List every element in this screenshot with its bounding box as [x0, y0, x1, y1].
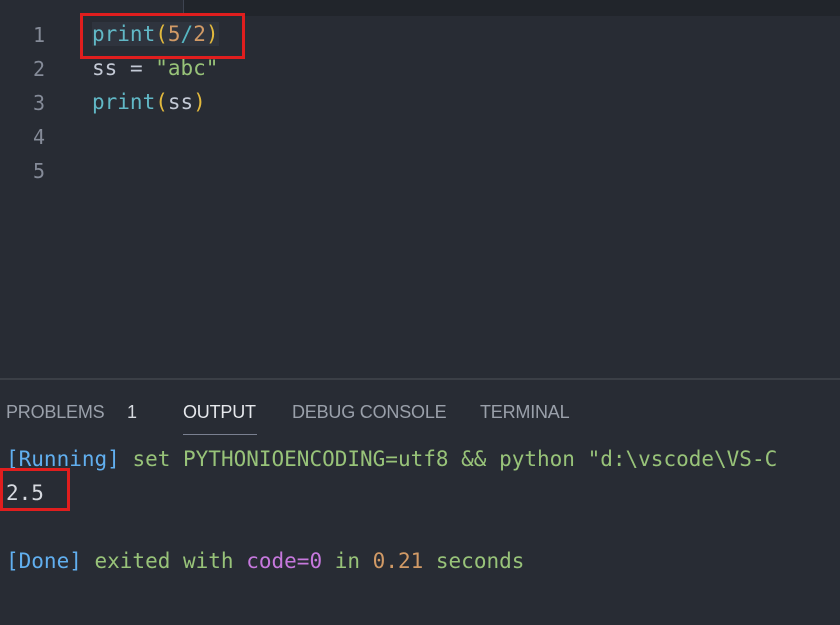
code-editor[interactable]: 1 print(5/2) 2 ss = "abc" 3 print(ss) 4 … [0, 0, 840, 378]
variable-name: ss [167, 90, 194, 114]
tab-problems[interactable]: PROBLEMS [6, 402, 105, 423]
code-text[interactable]: print(ss) [92, 90, 206, 114]
line-number: 3 [32, 91, 45, 115]
active-tab-indicator [183, 434, 257, 435]
running-command: set PYTHONIOENCODING=utf8 && python "d:\… [119, 447, 778, 471]
tab-debug-console[interactable]: DEBUG CONSOLE [292, 402, 447, 423]
done-text: in [322, 549, 373, 573]
editor-tab-strip [183, 0, 840, 16]
problems-count-badge: 1 [127, 402, 137, 422]
bottom-panel: PROBLEMS 1 OUTPUT DEBUG CONSOLE TERMINAL… [0, 378, 840, 625]
line-number: 2 [32, 57, 45, 81]
line-number: 5 [32, 159, 45, 183]
output-done-line: [Done] exited with code=0 in 0.21 second… [6, 548, 524, 574]
output-running-line: [Running] set PYTHONIOENCODING=utf8 && p… [6, 446, 777, 472]
line-number: 4 [32, 125, 45, 149]
line-number: 1 [32, 23, 45, 47]
code-text[interactable]: ss = "abc" [92, 56, 218, 80]
string-literal: "abc" [155, 56, 219, 80]
highlight-box-code [80, 13, 245, 59]
highlight-box-output [0, 468, 70, 511]
code-line-4[interactable]: 4 [0, 119, 840, 153]
tab-output[interactable]: OUTPUT [183, 402, 256, 423]
function-name: print [92, 90, 156, 114]
exit-code: code=0 [246, 549, 323, 573]
code-line-5[interactable]: 5 [0, 153, 840, 187]
paren-close: ) [193, 90, 206, 114]
done-text: seconds [423, 549, 525, 573]
code-line-3[interactable]: 3 print(ss) [0, 85, 840, 119]
paren-open: ( [155, 90, 168, 114]
elapsed-time: 0.21 [372, 549, 424, 573]
done-tag: [Done] [6, 549, 82, 573]
panel-tabs: PROBLEMS 1 OUTPUT DEBUG CONSOLE TERMINAL [0, 380, 840, 436]
assignment-operator: = [117, 56, 156, 80]
tab-terminal[interactable]: TERMINAL [480, 402, 570, 423]
done-text: exited with [81, 549, 247, 573]
variable-name: ss [92, 56, 118, 80]
